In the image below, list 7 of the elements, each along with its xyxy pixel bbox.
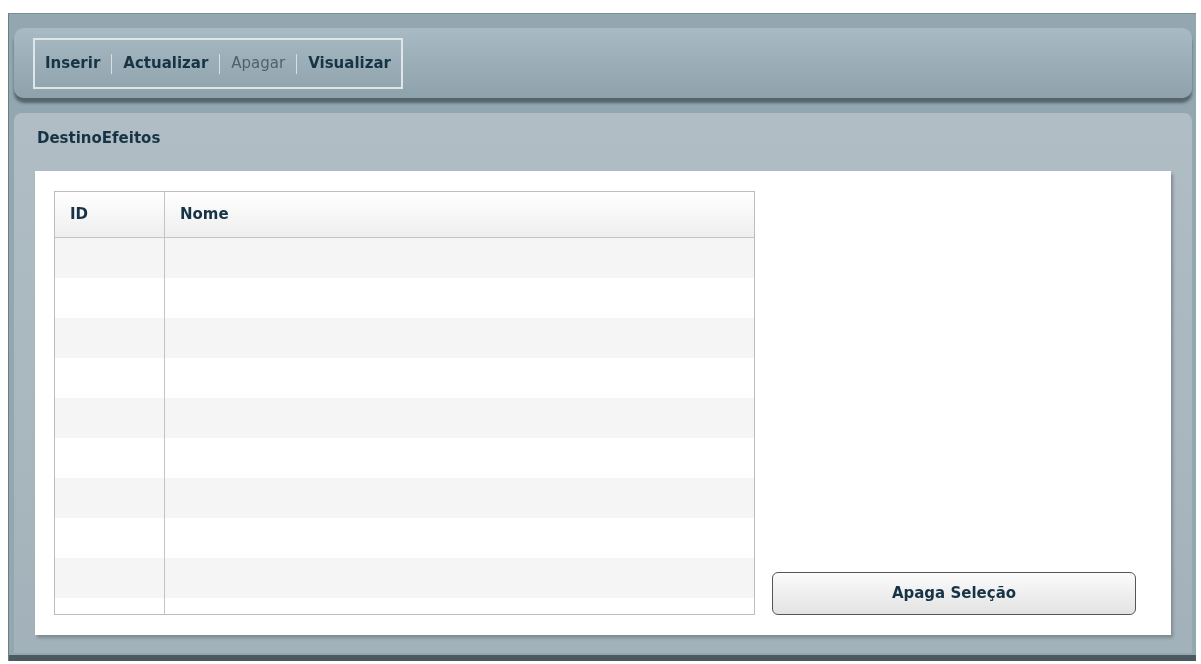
menu-item[interactable]: Visualizar	[308, 52, 391, 75]
panel-title: DestinoEfeitos	[36, 128, 162, 149]
delete-selection-button[interactable]: Apaga Seleção	[772, 572, 1136, 615]
column-header: Nome	[179, 204, 230, 226]
menu-item[interactable]: Inserir	[45, 52, 101, 75]
column-header: ID	[55, 192, 165, 237]
menu-item[interactable]: Actualizar	[123, 52, 209, 75]
